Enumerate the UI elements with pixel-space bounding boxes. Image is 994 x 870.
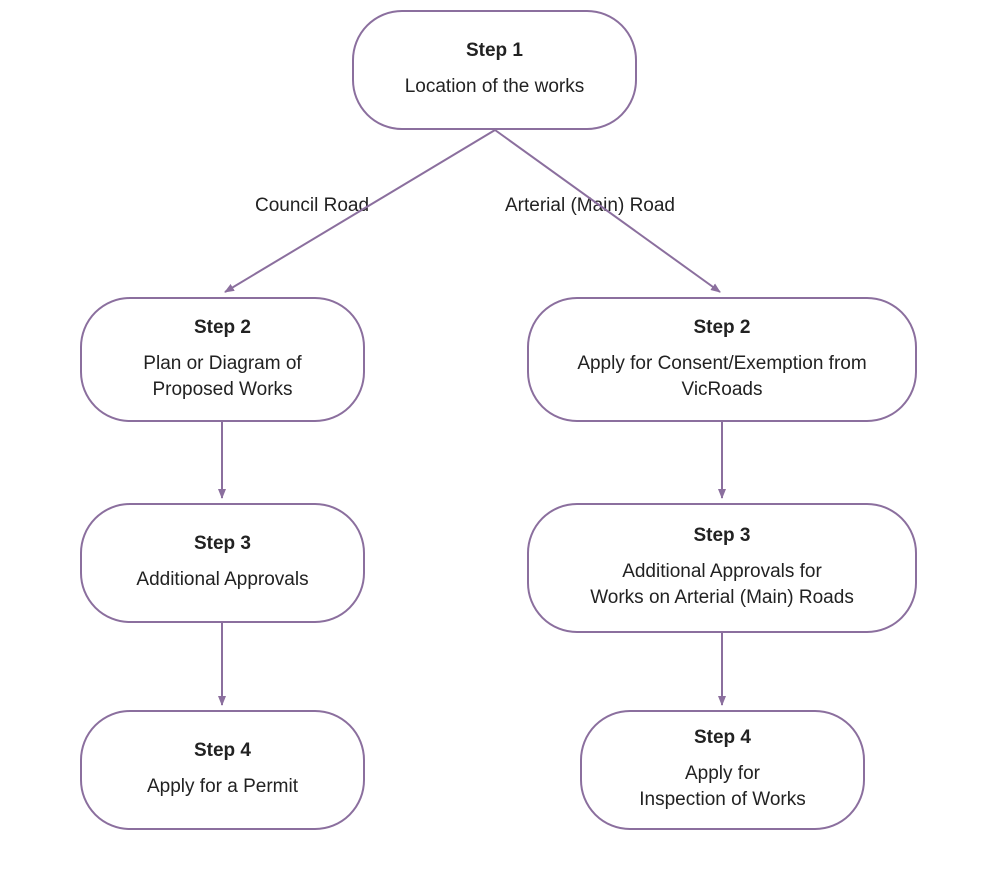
label-arterial-road: Arterial (Main) Road: [505, 195, 675, 217]
node-right-step3-title: Step 3: [693, 525, 750, 547]
node-left-step2-title: Step 2: [194, 317, 251, 339]
node-right-step3: Step 3 Additional Approvals forWorks on …: [527, 503, 917, 633]
node-left-step2-body: Plan or Diagram ofProposed Works: [143, 351, 301, 402]
node-right-step3-body: Additional Approvals forWorks on Arteria…: [590, 559, 854, 610]
node-right-step2: Step 2 Apply for Consent/Exemption fromV…: [527, 297, 917, 422]
node-step1: Step 1 Location of the works: [352, 10, 637, 130]
node-left-step4-body: Apply for a Permit: [147, 774, 298, 800]
node-left-step4: Step 4 Apply for a Permit: [80, 710, 365, 830]
node-right-step4-body: Apply forInspection of Works: [639, 761, 806, 812]
node-right-step2-body: Apply for Consent/Exemption fromVicRoads: [577, 351, 866, 402]
node-right-step4-title: Step 4: [694, 727, 751, 749]
node-left-step3: Step 3 Additional Approvals: [80, 503, 365, 623]
node-left-step2: Step 2 Plan or Diagram ofProposed Works: [80, 297, 365, 422]
node-left-step3-title: Step 3: [194, 533, 251, 555]
label-council-road: Council Road: [255, 195, 369, 217]
node-right-step2-title: Step 2: [693, 317, 750, 339]
node-left-step4-title: Step 4: [194, 740, 251, 762]
node-left-step3-body: Additional Approvals: [136, 567, 308, 593]
node-step1-title: Step 1: [466, 40, 523, 62]
node-right-step4: Step 4 Apply forInspection of Works: [580, 710, 865, 830]
node-step1-body: Location of the works: [405, 74, 585, 100]
